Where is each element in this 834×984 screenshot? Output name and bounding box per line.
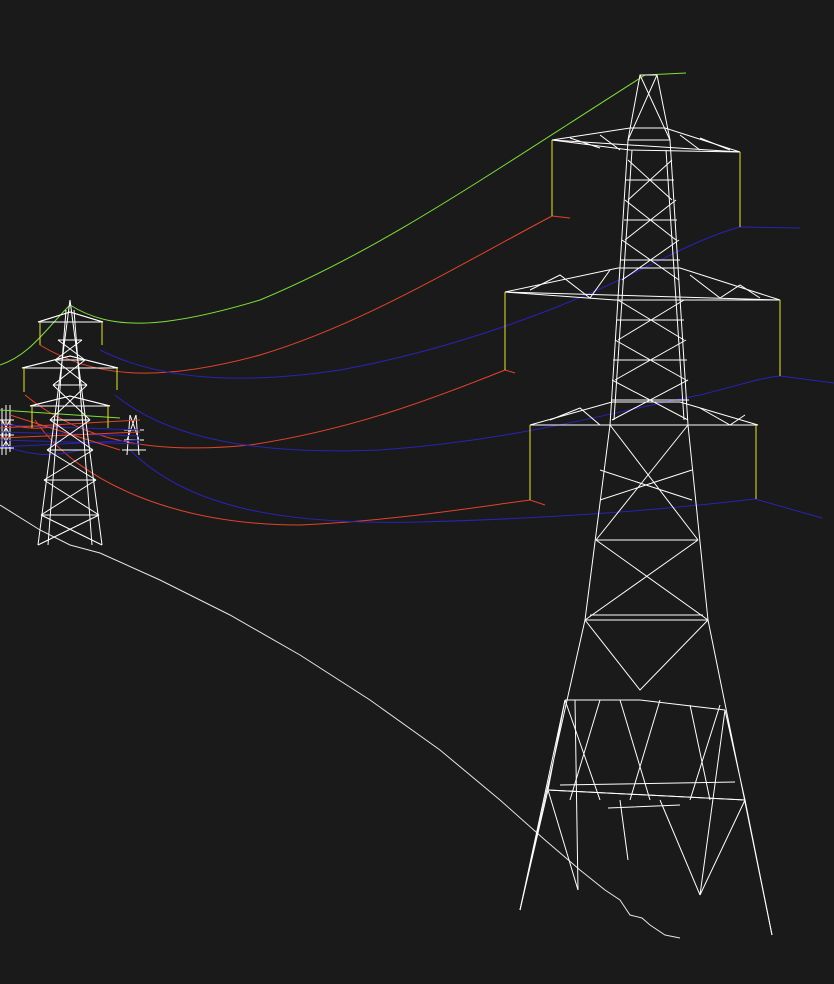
phase-wire-red-lower [34,419,546,526]
phase-wire-blue-lower [129,449,823,523]
near-pylon [504,74,781,936]
power-line-wireframe-scene[interactable] [0,0,834,984]
earth-wire-rear [0,304,71,366]
phase-wire-red-upper [39,215,571,374]
phase-wire-blue-middle [114,375,834,452]
earth-wire [69,72,687,324]
phase-wire-blue-upper [99,226,801,379]
phase-wire-red-middle [24,369,516,449]
3d-viewport[interactable] [0,0,834,984]
distant-pylon-cluster [0,405,146,456]
overhead-conductors [0,72,834,526]
